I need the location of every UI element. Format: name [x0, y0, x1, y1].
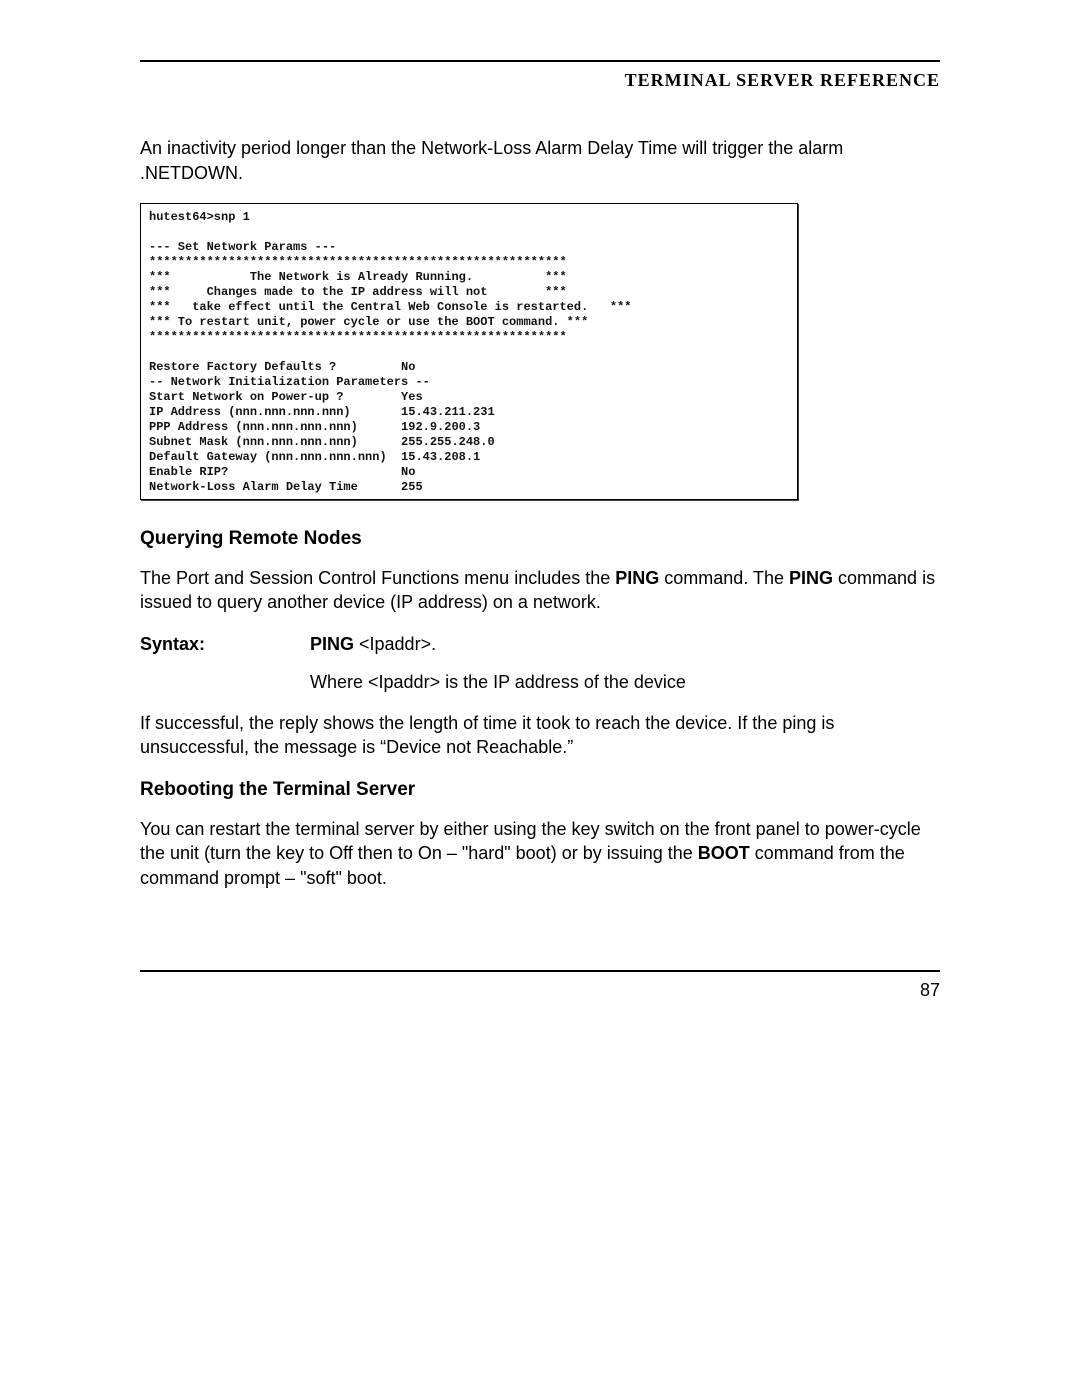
syntax-command: PING — [310, 634, 354, 654]
syntax-note: Where <Ipaddr> is the IP address of the … — [310, 670, 940, 694]
footer: 87 — [140, 970, 940, 1002]
syntax-row: Syntax: PING <Ipaddr>. — [140, 632, 940, 656]
ping-keyword: PING — [615, 568, 659, 588]
intro-paragraph: An inactivity period longer than the Net… — [140, 136, 940, 185]
footer-rule — [140, 970, 940, 972]
text: command. The — [659, 568, 789, 588]
ping-keyword: PING — [789, 568, 833, 588]
page: TERMINAL SERVER REFERENCE An inactivity … — [0, 0, 1080, 1397]
terminal-screenshot: hutest64>snp 1 --- Set Network Params --… — [140, 203, 798, 500]
section-reboot-title: Rebooting the Terminal Server — [140, 777, 940, 803]
page-number: 87 — [140, 978, 940, 1002]
terminal-text: hutest64>snp 1 --- Set Network Params --… — [149, 210, 789, 495]
reboot-paragraph: You can restart the terminal server by e… — [140, 817, 940, 890]
section-querying-title: Querying Remote Nodes — [140, 526, 940, 552]
querying-paragraph: The Port and Session Control Functions m… — [140, 566, 940, 615]
querying-result-paragraph: If successful, the reply shows the lengt… — [140, 711, 940, 760]
header-rule — [140, 60, 940, 62]
text: The Port and Session Control Functions m… — [140, 568, 615, 588]
syntax-arg: <Ipaddr>. — [354, 634, 436, 654]
syntax-label: Syntax: — [140, 632, 310, 656]
boot-keyword: BOOT — [698, 843, 750, 863]
syntax-body: PING <Ipaddr>. — [310, 632, 436, 656]
header-title: TERMINAL SERVER REFERENCE — [140, 68, 940, 92]
